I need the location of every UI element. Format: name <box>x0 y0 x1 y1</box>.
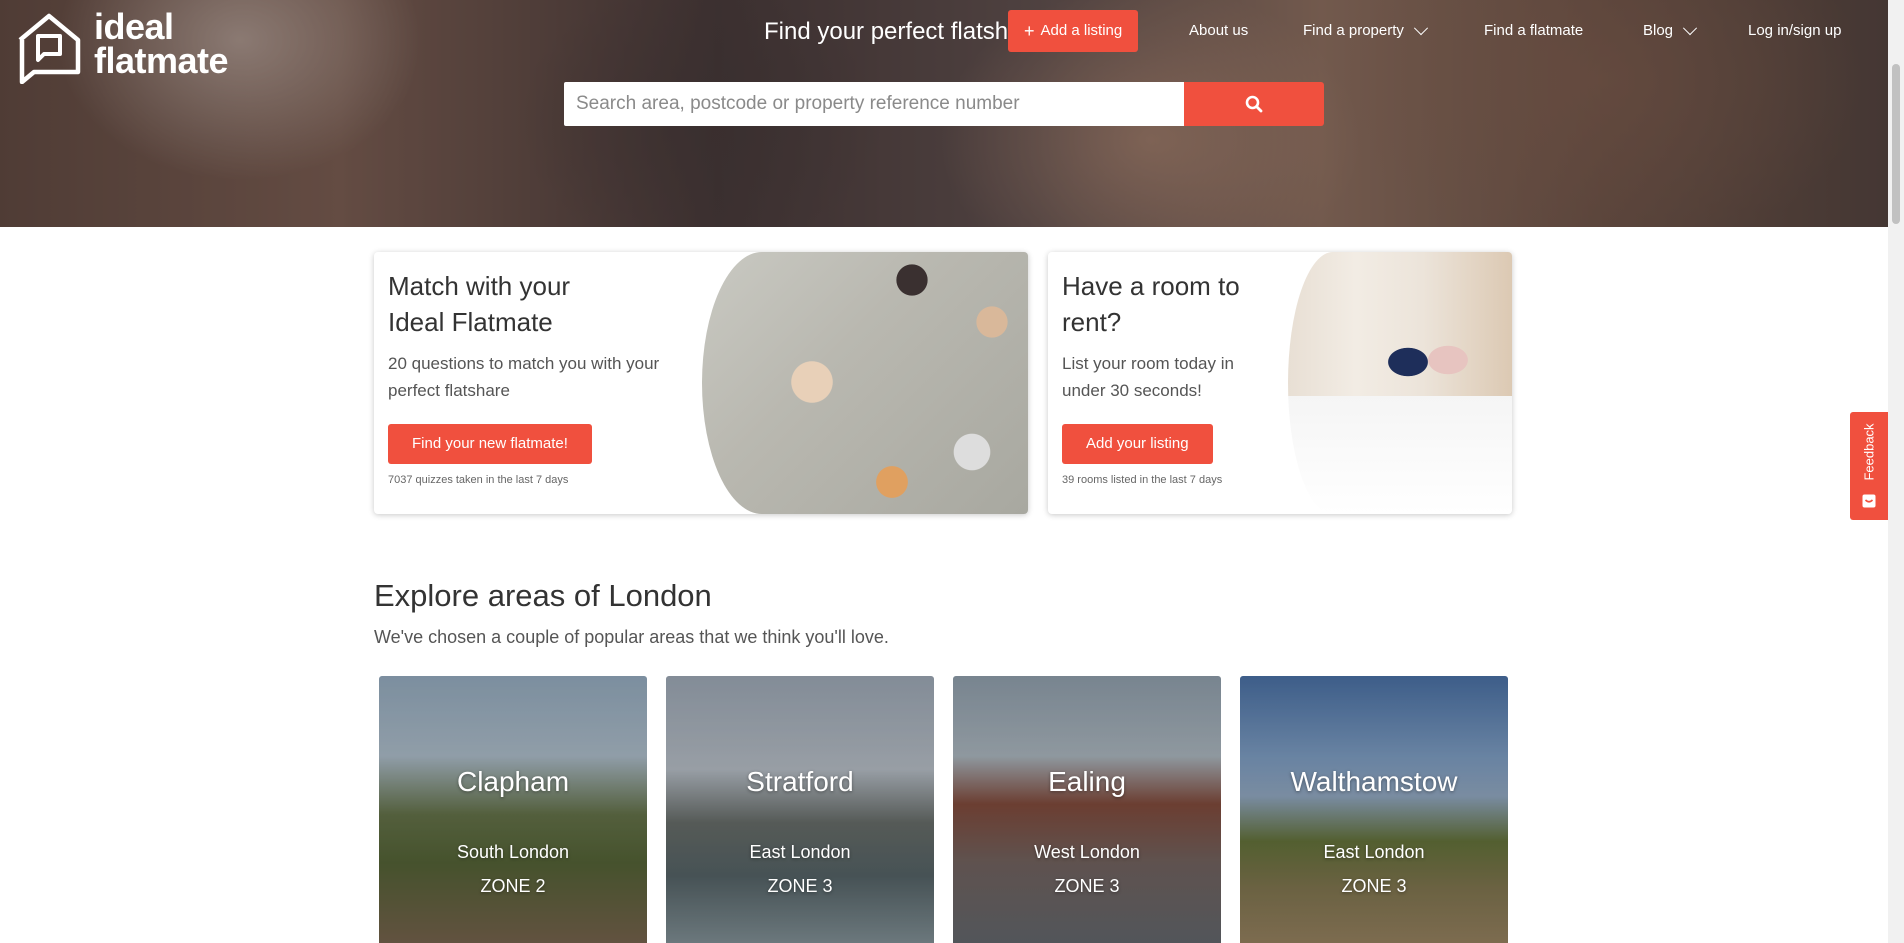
nav-find-flatmate[interactable]: Find a flatmate <box>1484 22 1583 39</box>
match-card-title-line2: Ideal Flatmate <box>388 307 553 337</box>
area-zone: ZONE 3 <box>1054 876 1120 896</box>
explore-subtitle: We've chosen a couple of popular areas t… <box>374 627 889 647</box>
room-card-description: List your room today in under 30 seconds… <box>1062 350 1234 404</box>
chevron-down-icon <box>1413 20 1428 35</box>
nav-about-us[interactable]: About us <box>1189 22 1248 39</box>
match-card-description: 20 questions to match you with your perf… <box>388 350 659 404</box>
add-your-listing-button[interactable]: Add your listing <box>1062 424 1213 464</box>
page-scrollbar[interactable] <box>1888 0 1904 943</box>
area-card-ealing[interactable]: Ealing West London ZONE 3 <box>953 676 1221 943</box>
scrollbar-thumb[interactable] <box>1892 64 1900 224</box>
room-card-title-line2: rent? <box>1062 307 1122 337</box>
quiz-stat: 7037 quizzes taken in the last 7 days <box>388 474 569 486</box>
nav-login-signup[interactable]: Log in/sign up <box>1748 22 1841 39</box>
area-zone: ZONE 2 <box>480 876 546 896</box>
room-card-title-line1: Have a room to <box>1062 271 1240 301</box>
feedback-label: Feedback <box>1861 423 1877 481</box>
area-card-walthamstow[interactable]: Walthamstow East London ZONE 3 <box>1240 676 1508 943</box>
match-card-title: Match with your Ideal Flatmate <box>388 268 570 340</box>
area-name: Walthamstow <box>1290 766 1458 797</box>
match-card-desc-line1: 20 questions to match you with your <box>388 354 660 373</box>
area-name: Stratford <box>746 766 854 797</box>
area-region: South London <box>456 842 570 862</box>
search-bar <box>564 82 1324 126</box>
room-to-rent-card: Have a room to rent? List your room toda… <box>1048 252 1512 514</box>
bedroom-image <box>1288 252 1512 514</box>
room-card-title: Have a room to rent? <box>1062 268 1240 340</box>
explore-title: Explore areas of London <box>374 578 712 613</box>
area-zone: ZONE 3 <box>767 876 833 896</box>
area-region: East London <box>749 842 851 862</box>
area-zone: ZONE 3 <box>1341 876 1407 896</box>
area-name: Clapham <box>456 766 570 797</box>
nav-blog[interactable]: Blog <box>1643 20 1698 39</box>
area-name: Ealing <box>1048 766 1126 797</box>
feedback-tab[interactable]: Feedback <box>1850 412 1888 520</box>
area-region: West London <box>1034 842 1140 862</box>
nav-links: About us Find a property Find a flatmate… <box>0 10 1888 52</box>
room-card-desc-line1: List your room today in <box>1062 354 1234 373</box>
chevron-down-icon <box>1682 20 1698 35</box>
nav-find-flatmate-label: Find a flatmate <box>1484 22 1584 39</box>
rooms-listed-stat: 39 rooms listed in the last 7 days <box>1062 474 1223 486</box>
nav-blog-label: Blog <box>1643 22 1674 39</box>
flatmates-bbq-image <box>702 252 1028 514</box>
search-icon <box>1245 95 1263 113</box>
match-card-desc-line2: perfect flatshare <box>388 381 510 400</box>
nav-about-us-label: About us <box>1189 22 1249 39</box>
area-region: East London <box>1323 842 1425 862</box>
nav-find-property-label: Find a property <box>1303 22 1404 39</box>
area-card-stratford[interactable]: Stratford East London ZONE 3 <box>666 676 934 943</box>
nav-login-signup-label: Log in/sign up <box>1748 22 1842 39</box>
feedback-icon <box>1862 494 1876 508</box>
match-flatmate-card: Match with your Ideal Flatmate 20 questi… <box>374 252 1028 514</box>
match-card-title-line1: Match with your <box>388 271 571 301</box>
find-flatmate-button[interactable]: Find your new flatmate! <box>388 424 592 464</box>
search-button[interactable] <box>1184 82 1324 126</box>
nav-find-property[interactable]: Find a property <box>1303 20 1428 39</box>
search-input[interactable] <box>564 82 1184 126</box>
area-card-clapham[interactable]: Clapham South London ZONE 2 <box>379 676 647 943</box>
room-card-desc-line2: under 30 seconds! <box>1062 381 1202 400</box>
